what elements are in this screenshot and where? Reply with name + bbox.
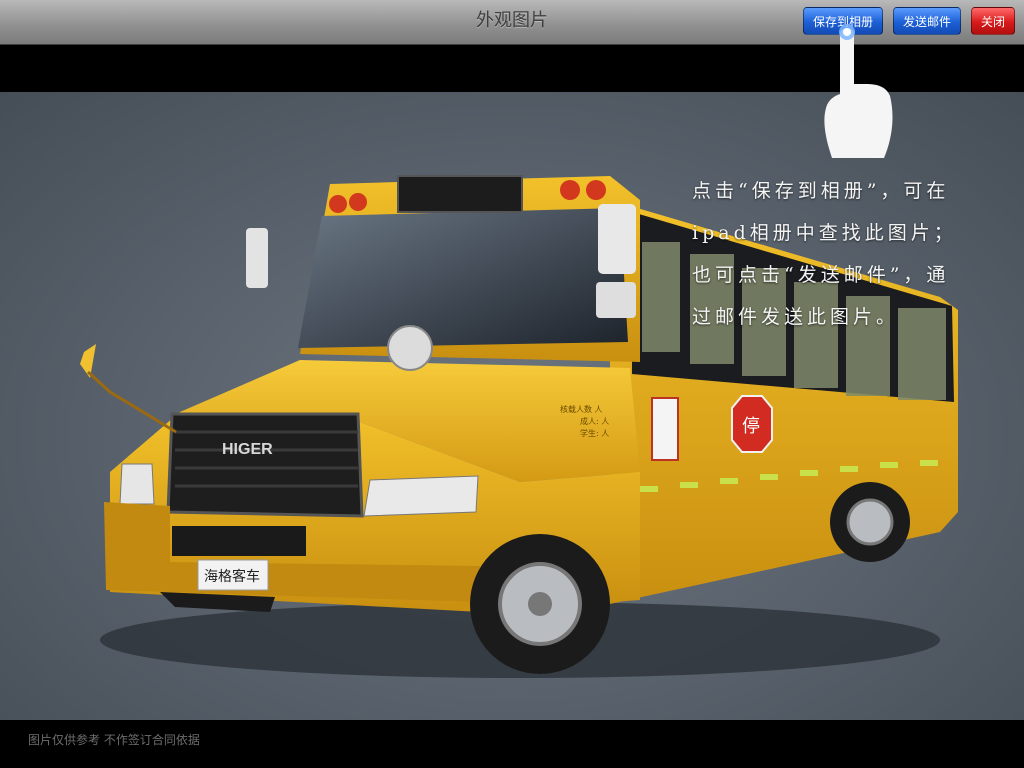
close-button[interactable]: 关闭 xyxy=(971,7,1015,35)
save-hint-overlay: 点击“保存到相册”，可在 ipad相册中查找此图片； 也可点击“发送邮件”，通 … xyxy=(692,170,1002,338)
capacity-line-1: 核载人数 人 xyxy=(560,404,603,414)
disclaimer-text: 图片仅供参考 不作签订合同依据 xyxy=(28,733,200,747)
hand-pointer-icon xyxy=(824,24,893,158)
hint-line: 过邮件发送此图片。 xyxy=(692,306,900,328)
send-email-button[interactable]: 发送邮件 xyxy=(893,7,961,35)
brand-badge: HIGER xyxy=(222,441,273,458)
capacity-line-2: 成人: 人 xyxy=(580,416,609,426)
hint-line: ipad相册中查找此图片； xyxy=(692,222,957,244)
capacity-line-3: 学生: 人 xyxy=(580,428,609,438)
stop-sign-text: 停 xyxy=(742,416,760,437)
hint-line: 点击“保存到相册”，可在 xyxy=(692,180,950,202)
license-plate: 海格客车 xyxy=(204,568,260,585)
hint-line: 也可点击“发送邮件”，通 xyxy=(692,264,950,286)
footer-bar: 图片仅供参考 不作签订合同依据 xyxy=(0,720,1024,768)
